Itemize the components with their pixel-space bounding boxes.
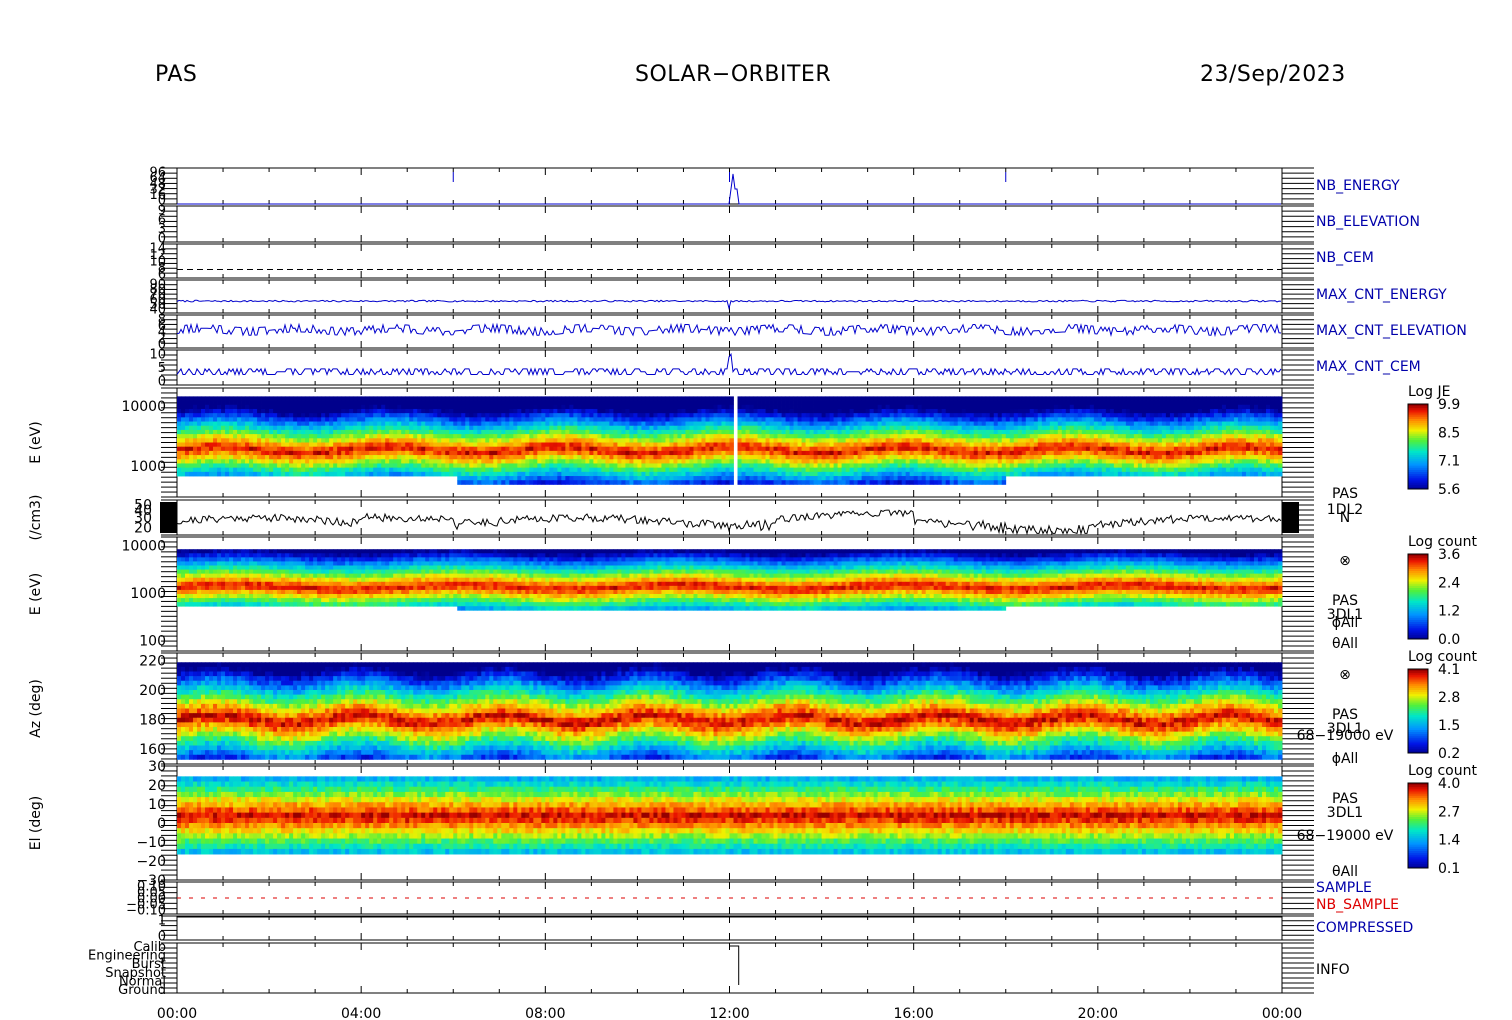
colorbar-tick-elevation: 2.7 [1438, 804, 1460, 820]
y-tick-label-az: 160 [139, 742, 166, 758]
series-label-max_cnt_energy: MAX_CNT_ENERGY [1316, 287, 1447, 303]
colorbar-tick-count_spectrogram: 0.0 [1438, 632, 1460, 648]
colorbar-tick-je_spectrogram: 5.6 [1438, 482, 1460, 498]
side-label-elevation: 68−19000 eV [1297, 828, 1394, 844]
y-right-ticks-nb_energy [161, 168, 1314, 204]
colorbar-tick-je_spectrogram: 7.1 [1438, 454, 1460, 470]
x-tick-label: 00:00 [1262, 1006, 1302, 1020]
series-label-sample: SAMPLE [1316, 880, 1372, 896]
y-tick-label-info: Ground [118, 983, 166, 998]
colorbar-azimuth [1408, 669, 1428, 754]
y-axis-title-density: (/cm3) [28, 495, 44, 541]
colorbar-tick-azimuth: 2.8 [1438, 690, 1460, 706]
y-tick-label-count: 100 [139, 633, 166, 649]
panel-frame-info [177, 943, 1282, 993]
colorbar-tick-elevation: 4.0 [1438, 776, 1460, 792]
y-tick-label-el: −20 [136, 854, 166, 870]
x-tick-label: 04:00 [341, 1006, 381, 1020]
side-label-density: N [1340, 510, 1350, 526]
y-tick-label-az: 220 [139, 653, 166, 669]
side-label-elevation: 3DL1 [1327, 805, 1363, 821]
colorbar-tick-count_spectrogram: 2.4 [1438, 575, 1460, 591]
series-label-nb_energy: NB_ENERGY [1316, 178, 1400, 194]
colorbar-tick-azimuth: 1.5 [1438, 718, 1460, 734]
density-edge-left [160, 502, 177, 533]
y-axis-title-count_spectrogram: E (eV) [28, 573, 44, 615]
y-tick-label-je: 10000 [121, 399, 166, 415]
colorbar-tick-count_spectrogram: 1.2 [1438, 604, 1460, 620]
y-right-ticks-info [161, 943, 1314, 993]
y-tick-label-el: 0 [157, 816, 166, 832]
x-minor-ticks-nb_elevation [177, 206, 1282, 242]
y-tick-label-count: 10000 [121, 538, 166, 554]
colorbar-elevation [1408, 783, 1428, 869]
side-label-elevation: θAll [1332, 864, 1358, 880]
colorbar-je_spectrogram [1408, 404, 1428, 490]
colorbar-tick-je_spectrogram: 9.9 [1438, 397, 1460, 413]
x-tick-label: 08:00 [525, 1006, 565, 1020]
y-tick-label-count: 1000 [130, 586, 166, 602]
y-tick-label-max_cnt_cem: 0 [158, 375, 166, 390]
side-label-count_spectrogram: ⊗ [1339, 553, 1351, 569]
colorbar-tick-elevation: 1.4 [1438, 833, 1460, 849]
x-tick-label: 12:00 [709, 1006, 749, 1020]
info-trace [730, 946, 739, 985]
y-tick-label-az: 180 [139, 713, 166, 729]
heatmap-cells-azimuth [177, 662, 1282, 760]
series-label-nb_elevation: NB_ELEVATION [1316, 214, 1420, 230]
x-minor-ticks-compressed [177, 916, 1282, 940]
colorbar-count_spectrogram [1408, 554, 1428, 640]
heatmap-cells-je_spectrogram [177, 396, 1282, 484]
colorbar-tick-azimuth: 4.1 [1438, 662, 1460, 678]
density-trace [177, 510, 1281, 533]
y-tick-label-compressed: 1 [158, 914, 166, 929]
side-label-azimuth: ϕAll [1332, 751, 1359, 767]
summary-plot: 9664483216096301412108690807060504086420… [0, 0, 1512, 1020]
max-cnt-energy-trace [177, 300, 1281, 308]
side-label-count_spectrogram: θAll [1332, 636, 1358, 652]
y-right-ticks-max_cnt_energy [161, 280, 1314, 313]
y-right-ticks-compressed [161, 916, 1314, 940]
side-label-azimuth: 68−19000 eV [1297, 728, 1394, 744]
y-tick-label-el: 10 [148, 797, 166, 813]
side-label-density: PAS [1332, 486, 1358, 502]
y-right-ticks-nb_cem [161, 244, 1314, 278]
heatmap-cells-count_spectrogram [177, 549, 1282, 610]
y-right-ticks-max_cnt_cem [161, 350, 1314, 385]
colorbar-tick-je_spectrogram: 8.5 [1438, 425, 1460, 441]
series-label-max_cnt_elevation: MAX_CNT_ELEVATION [1316, 323, 1467, 339]
max-cnt-cem-trace [177, 354, 1281, 374]
series-label-nb_cem: NB_CEM [1316, 250, 1374, 266]
density-edge-right [1282, 502, 1299, 533]
y-tick-label-el: −30 [136, 873, 166, 889]
series-label-nb-sample: NB_SAMPLE [1316, 897, 1399, 913]
y-axis-title-je_spectrogram: E (eV) [28, 421, 44, 463]
y-axis-title-azimuth: Az (deg) [28, 679, 44, 738]
y-tick-label-el: 20 [148, 778, 166, 794]
y-axis-title-elevation: El (deg) [28, 796, 44, 851]
y-tick-label-az: 200 [139, 683, 166, 699]
y-tick-label-el: 30 [148, 759, 166, 775]
series-label-info: INFO [1316, 962, 1350, 978]
colorbar-tick-elevation: 0.1 [1438, 861, 1460, 877]
x-minor-ticks-max_cnt_cem [177, 350, 1282, 385]
y-tick-label-el: −10 [136, 835, 166, 851]
max-cnt-elevation-trace [177, 325, 1281, 336]
colorbar-tick-azimuth: 0.2 [1438, 746, 1460, 762]
y-tick-label-density: 20 [134, 521, 152, 537]
x-tick-label: 00:00 [157, 1006, 197, 1020]
series-label-compressed: COMPRESSED [1316, 920, 1413, 936]
side-label-count_spectrogram: ϕAll [1332, 615, 1359, 631]
heatmap-cells-elevation [177, 776, 1282, 854]
x-minor-ticks-info [177, 943, 1282, 993]
y-tick-label-je: 1000 [130, 459, 166, 475]
series-label-max_cnt_cem: MAX_CNT_CEM [1316, 359, 1421, 375]
side-label-azimuth: ⊗ [1339, 667, 1351, 683]
x-tick-label: 20:00 [1078, 1006, 1118, 1020]
y-right-ticks-nb_elevation [161, 206, 1314, 242]
colorbar-tick-count_spectrogram: 3.6 [1438, 547, 1460, 563]
x-minor-ticks-nb_cem [177, 244, 1282, 278]
x-tick-label: 16:00 [893, 1006, 933, 1020]
